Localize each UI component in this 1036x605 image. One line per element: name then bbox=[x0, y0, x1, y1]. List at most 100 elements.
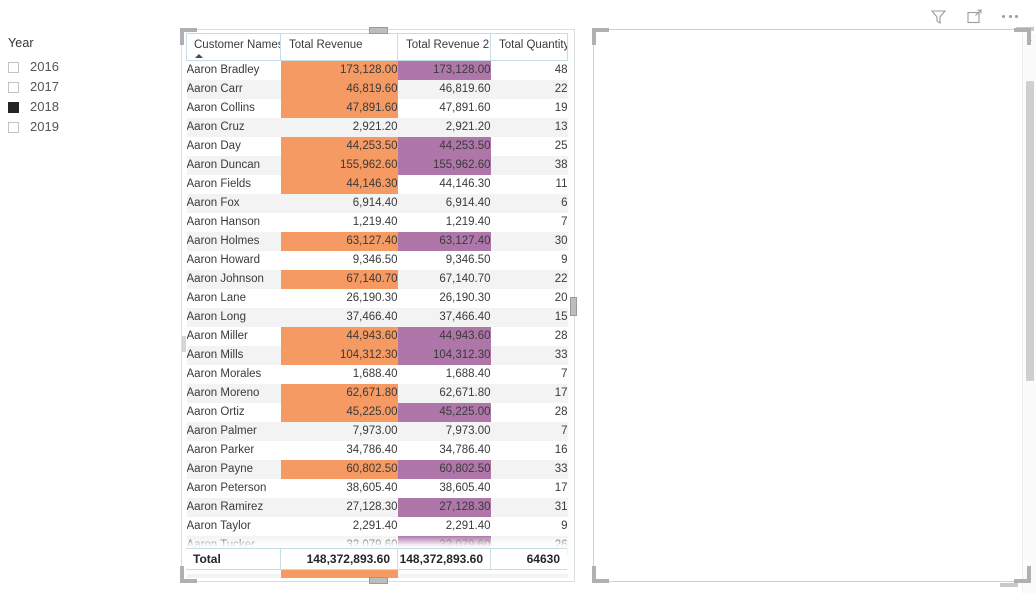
table-row[interactable]: Aaron Moreno 62,671.80 62,671.80 17 bbox=[186, 384, 568, 403]
table-visual[interactable]: Customer Names Total Revenue Total Revenue… bbox=[186, 33, 569, 578]
table-row[interactable]: Aaron Holmes 63,127.40 63,127.40 30 bbox=[186, 232, 568, 251]
column-header-label: Total Revenue bbox=[289, 39, 363, 51]
checkbox-icon[interactable] bbox=[8, 121, 19, 133]
resize-handle-top-right[interactable] bbox=[1014, 28, 1031, 45]
cell-customer: Aaron Ortiz bbox=[186, 403, 281, 422]
cell-revenue-2: 67,140.70 bbox=[397, 270, 491, 289]
table-row[interactable]: Aaron Payne 60,802.50 60,802.50 33 bbox=[186, 460, 568, 479]
table-resize-handle-bottom-left[interactable] bbox=[180, 566, 197, 583]
resize-handle-bottom-left[interactable] bbox=[592, 566, 609, 583]
checkbox-icon[interactable] bbox=[8, 61, 19, 73]
cell-quantity: 17 bbox=[490, 384, 568, 403]
table-row[interactable]: Aaron Taylor 2,291.40 2,291.40 9 bbox=[186, 517, 568, 536]
cell-revenue-2: 26,190.30 bbox=[397, 289, 491, 308]
resize-handle-bottom-right[interactable] bbox=[1014, 566, 1031, 583]
cell-revenue-2: 60,802.50 bbox=[397, 460, 491, 479]
slicer-item-2017[interactable]: 2017 bbox=[8, 77, 168, 97]
table-row[interactable]: Aaron Parker 34,786.40 34,786.40 16 bbox=[186, 441, 568, 460]
cell-customer: Aaron Day bbox=[186, 137, 281, 156]
cell-revenue-2: 34,786.40 bbox=[397, 441, 491, 460]
cell-revenue: 104,312.30 bbox=[280, 346, 398, 365]
page-vertical-scrollbar[interactable]: ^ bbox=[1022, 33, 1036, 593]
table-body: Aaron Bradley 173,128.00 173,128.00 48 Aaron… bbox=[186, 60, 568, 578]
table-row[interactable]: Aaron Peterson 38,605.40 38,605.40 17 bbox=[186, 479, 568, 498]
slicer-item-list: 2016 2017 2018 2019 bbox=[8, 57, 168, 137]
slicer-item-2016[interactable]: 2016 bbox=[8, 57, 168, 77]
column-header-quantity[interactable]: Total Quantity bbox=[490, 33, 568, 61]
cell-quantity: 33 bbox=[490, 460, 568, 479]
more-options-icon[interactable] bbox=[1000, 6, 1020, 26]
cell-revenue-2: 1,688.40 bbox=[397, 365, 491, 384]
cell-customer: Aaron Payne bbox=[186, 460, 281, 479]
column-header-label: Total Revenue 2 bbox=[406, 39, 490, 51]
table-row[interactable]: Aaron Ramirez 27,128.30 27,128.30 31 bbox=[186, 498, 568, 517]
table-row[interactable]: Aaron Mills 104,312.30 104,312.30 33 bbox=[186, 346, 568, 365]
table-row[interactable]: Aaron Carr 46,819.60 46,819.60 22 bbox=[186, 80, 568, 99]
cell-revenue: 2,921.20 bbox=[280, 118, 398, 137]
cell-revenue-2: 6,914.40 bbox=[397, 194, 491, 213]
table-row[interactable]: Aaron Long 37,466.40 37,466.40 15 bbox=[186, 308, 568, 327]
total-revenue-2: 148,372,893.60 bbox=[397, 549, 490, 569]
checkbox-icon[interactable] bbox=[8, 81, 19, 93]
table-row[interactable]: Aaron Fields 44,146.30 44,146.30 11 bbox=[186, 175, 568, 194]
cell-revenue: 6,914.40 bbox=[280, 194, 398, 213]
table-row[interactable]: Aaron Palmer 7,973.00 7,973.00 7 bbox=[186, 422, 568, 441]
resize-handle-top-left[interactable] bbox=[592, 28, 609, 45]
cell-quantity: 15 bbox=[490, 308, 568, 327]
cell-revenue-2: 47,891.60 bbox=[397, 99, 491, 118]
cell-customer: Aaron Parker bbox=[186, 441, 281, 460]
table-resize-handle-top-left[interactable] bbox=[180, 28, 197, 45]
table-header-row: Customer Names Total Revenue Total Revenue… bbox=[186, 33, 568, 61]
cell-revenue-2: 173,128.00 bbox=[397, 60, 491, 80]
cell-revenue-2: 2,921.20 bbox=[397, 118, 491, 137]
table-resize-handle-top-center[interactable] bbox=[369, 27, 388, 34]
table-row[interactable]: Aaron Ortiz 45,225.00 45,225.00 28 bbox=[186, 403, 568, 422]
column-header-revenue2[interactable]: Total Revenue 2 bbox=[397, 33, 491, 61]
cell-quantity: 31 bbox=[490, 498, 568, 517]
table-row[interactable]: Aaron Collins 47,891.60 47,891.60 19 bbox=[186, 99, 568, 118]
cell-quantity: 48 bbox=[490, 60, 568, 80]
cell-revenue-2: 62,671.80 bbox=[397, 384, 491, 403]
cell-customer bbox=[186, 574, 281, 578]
table-header: Customer Names Total Revenue Total Revenue… bbox=[186, 33, 568, 61]
cell-customer: Aaron Bradley bbox=[186, 60, 281, 80]
cell-customer: Aaron Palmer bbox=[186, 422, 281, 441]
table-row[interactable]: Aaron Morales 1,688.40 1,688.40 7 bbox=[186, 365, 568, 384]
table-row[interactable]: Aaron Day 44,253.50 44,253.50 25 bbox=[186, 137, 568, 156]
focus-mode-icon[interactable] bbox=[964, 6, 984, 26]
checkbox-checked-icon[interactable] bbox=[8, 101, 19, 113]
table-row[interactable]: Aaron Hanson 1,219.40 1,219.40 7 bbox=[186, 213, 568, 232]
table-row[interactable]: Aaron Johnson 67,140.70 67,140.70 22 bbox=[186, 270, 568, 289]
cell-revenue: 9,346.50 bbox=[280, 251, 398, 270]
scrollbar-thumb[interactable] bbox=[1026, 81, 1034, 381]
slicer-item-2019[interactable]: 2019 bbox=[8, 117, 168, 137]
slicer-item-label: 2017 bbox=[30, 79, 59, 94]
table-resize-handle-right-center[interactable] bbox=[570, 296, 577, 316]
table-row[interactable]: Aaron Miller 44,943.60 44,943.60 28 bbox=[186, 327, 568, 346]
cell-quantity: 33 bbox=[490, 346, 568, 365]
column-header-customer[interactable]: Customer Names bbox=[186, 33, 281, 61]
cell-quantity: 9 bbox=[490, 251, 568, 270]
cell-customer: Aaron Fields bbox=[186, 175, 281, 194]
table-row[interactable]: Aaron Howard 9,346.50 9,346.50 9 bbox=[186, 251, 568, 270]
table-row[interactable]: Aaron Bradley 173,128.00 173,128.00 48 bbox=[186, 60, 568, 80]
revenue-table[interactable]: Customer Names Total Revenue Total Revenue… bbox=[186, 33, 568, 578]
filter-icon[interactable] bbox=[928, 6, 948, 26]
table-row[interactable]: Aaron Duncan 155,962.60 155,962.60 38 bbox=[186, 156, 568, 175]
table-row[interactable]: Aaron Cruz 2,921.20 2,921.20 13 bbox=[186, 118, 568, 137]
column-header-label: Total Quantity bbox=[499, 39, 568, 51]
year-slicer[interactable]: Year 2016 2017 2018 2019 bbox=[8, 36, 168, 137]
horizontal-scroll-nub-bottom[interactable] bbox=[1000, 583, 1018, 587]
slicer-item-2018[interactable]: 2018 bbox=[8, 97, 168, 117]
cell-quantity: 7 bbox=[490, 422, 568, 441]
table-resize-handle-bottom-center[interactable] bbox=[369, 577, 388, 584]
cell-revenue-2: 104,312.30 bbox=[397, 346, 491, 365]
table-resize-handle-left-center[interactable] bbox=[182, 336, 186, 352]
cell-revenue-2: 38,605.40 bbox=[397, 479, 491, 498]
table-row[interactable]: Aaron Lane 26,190.30 26,190.30 20 bbox=[186, 289, 568, 308]
column-header-revenue[interactable]: Total Revenue bbox=[280, 33, 398, 61]
cell-revenue-2: 44,943.60 bbox=[397, 327, 491, 346]
page-selection-frame[interactable] bbox=[592, 28, 1031, 583]
table-row[interactable]: Aaron Fox 6,914.40 6,914.40 6 bbox=[186, 194, 568, 213]
cell-revenue: 44,146.30 bbox=[280, 175, 398, 194]
